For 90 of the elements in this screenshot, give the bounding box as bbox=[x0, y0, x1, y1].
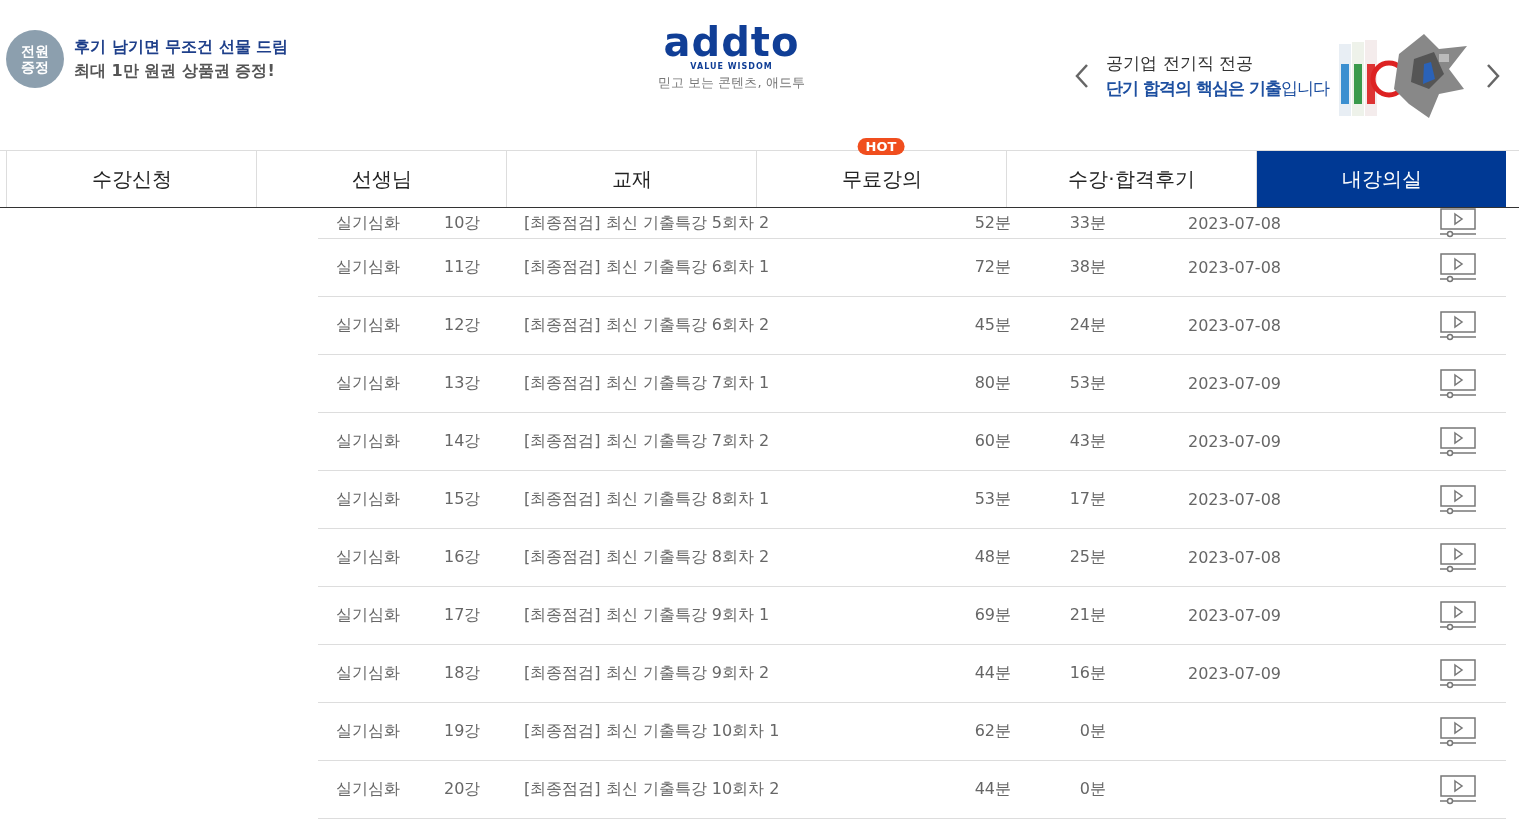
video-play-icon[interactable] bbox=[1440, 600, 1476, 631]
table-cell: 2023-07-08 bbox=[1188, 213, 1281, 233]
table-cell-text: 17강 bbox=[444, 605, 482, 626]
logo-wordmark[interactable]: addto bbox=[663, 22, 800, 62]
table-cell-text: 18강 bbox=[444, 663, 482, 684]
table-cell-text: 0분 bbox=[1078, 779, 1106, 800]
nav-tab[interactable]: 교재 bbox=[506, 151, 756, 207]
video-play-icon[interactable] bbox=[1440, 542, 1476, 573]
table-cell-text: 53분 bbox=[973, 489, 1011, 510]
table-cell-text: 53분 bbox=[1068, 373, 1106, 394]
table-cell-text: 25분 bbox=[1068, 547, 1106, 568]
table-cell-text: 실기심화 bbox=[336, 547, 401, 568]
table-cell-text: [최종점검] 최신 기출특강 9회차 1 bbox=[524, 605, 771, 626]
table-cell-text: [최종점검] 최신 기출특강 9회차 2 bbox=[524, 663, 771, 684]
table-cell-text: 43분 bbox=[1068, 431, 1106, 452]
banner-headline[interactable]: 단기 합격의 핵심은 기출입니다 bbox=[1106, 77, 1329, 100]
table-cell-text: 20강 bbox=[444, 779, 482, 800]
table-cell-text: [최종점검] 최신 기출특강 7회차 2 bbox=[524, 431, 771, 452]
nav-tab[interactable]: 선생님 bbox=[256, 151, 506, 207]
table-cell-text: 52분 bbox=[973, 212, 1011, 234]
table-cell-text: 69분 bbox=[973, 605, 1011, 626]
video-play-icon[interactable] bbox=[1440, 426, 1476, 457]
table-cell-text: [최종점검] 최신 기출특강 8회차 2 bbox=[524, 547, 771, 568]
video-play-icon[interactable] bbox=[1440, 774, 1476, 805]
table-cell-text: 실기심화 bbox=[336, 315, 401, 336]
table-cell-text: 실기심화 bbox=[336, 605, 401, 626]
table-cell: 2023-07-09 bbox=[1188, 374, 1281, 393]
table-cell-text: 19강 bbox=[444, 721, 482, 742]
table-cell-text: 60분 bbox=[973, 431, 1011, 452]
table-cell-text: 21분 bbox=[1068, 605, 1106, 626]
table-cell-text: 실기심화 bbox=[336, 489, 401, 510]
table-cell-text: 10강 bbox=[444, 212, 482, 234]
table-cell-text: 실기심화 bbox=[336, 779, 401, 800]
video-play-icon[interactable] bbox=[1440, 310, 1476, 341]
table-cell-text: 13강 bbox=[444, 373, 482, 394]
table-cell-text: [최종점검] 최신 기출특강 7회차 1 bbox=[524, 373, 771, 394]
table-cell-text: 0분 bbox=[1078, 721, 1106, 742]
table-cell: 2023-07-09 bbox=[1188, 432, 1281, 451]
table-cell-text: [최종점검] 최신 기출특강 10회차 1 bbox=[524, 721, 781, 742]
table-cell-text: 44분 bbox=[973, 663, 1011, 684]
table-cell-text: [최종점검] 최신 기출특강 10회차 2 bbox=[524, 779, 781, 800]
table-cell-text: 15강 bbox=[444, 489, 482, 510]
logo-slogan: 믿고 보는 콘텐츠, 애드투 bbox=[658, 74, 805, 92]
video-play-icon[interactable] bbox=[1440, 252, 1476, 283]
video-play-icon[interactable] bbox=[1440, 484, 1476, 515]
table-cell-text: [최종점검] 최신 기출특강 8회차 1 bbox=[524, 489, 771, 510]
nav-tab[interactable]: 무료강의 bbox=[756, 151, 1006, 207]
table-cell-text: 실기심화 bbox=[336, 663, 401, 684]
table-cell-text: 48분 bbox=[973, 547, 1011, 568]
promo-subline[interactable]: 최대 1만 원권 상품권 증정! bbox=[74, 60, 289, 82]
table-cell-text: 실기심화 bbox=[336, 212, 401, 234]
table-cell-text: 12강 bbox=[444, 315, 482, 336]
table-cell-text: 80분 bbox=[973, 373, 1011, 394]
table-cell-text: 33분 bbox=[1068, 212, 1106, 234]
table-cell-text: 실기심화 bbox=[336, 257, 401, 278]
table-cell-text: 16분 bbox=[1068, 663, 1106, 684]
table-cell: 2023-07-09 bbox=[1188, 606, 1281, 625]
table-cell-text: 14강 bbox=[444, 431, 482, 452]
table-cell-text: 72분 bbox=[973, 257, 1011, 278]
table-cell-text: 62분 bbox=[973, 721, 1011, 742]
video-play-icon[interactable] bbox=[1440, 368, 1476, 399]
table-cell: 2023-07-08 bbox=[1188, 548, 1281, 567]
table-cell-text: 24분 bbox=[1068, 315, 1106, 336]
table-cell: 2023-07-08 bbox=[1188, 490, 1281, 509]
table-cell-text: [최종점검] 최신 기출특강 6회차 2 bbox=[524, 315, 771, 336]
table-cell-text: [최종점검] 최신 기출특강 6회차 1 bbox=[524, 257, 771, 278]
table-cell: 2023-07-08 bbox=[1188, 316, 1281, 335]
table-cell-text: 44분 bbox=[973, 779, 1011, 800]
table-cell-text: 실기심화 bbox=[336, 431, 401, 452]
hot-badge: HOT bbox=[857, 138, 905, 155]
table-cell: 2023-07-08 bbox=[1188, 258, 1281, 277]
table-cell-text: 17분 bbox=[1068, 489, 1106, 510]
video-play-icon[interactable] bbox=[1440, 716, 1476, 747]
promo-headline[interactable]: 후기 남기면 무조건 선물 드림 bbox=[74, 36, 289, 58]
previous-icon[interactable] bbox=[1074, 63, 1091, 89]
logo-tagline: VALUE WISDOM bbox=[690, 62, 773, 71]
video-play-icon[interactable] bbox=[1440, 208, 1476, 238]
video-play-icon[interactable] bbox=[1440, 658, 1476, 689]
table-cell-text: 11강 bbox=[444, 257, 482, 278]
banner-line[interactable]: 공기업 전기직 전공 bbox=[1106, 52, 1329, 75]
table-cell-text: 38분 bbox=[1068, 257, 1106, 278]
table-cell-text: 실기심화 bbox=[336, 721, 401, 742]
table-cell-text: 실기심화 bbox=[336, 373, 401, 394]
next-icon[interactable] bbox=[1485, 63, 1501, 89]
table-cell-text: 45분 bbox=[973, 315, 1011, 336]
nav-tab[interactable]: 내강의실 bbox=[1256, 151, 1506, 207]
nav-tab[interactable]: 수강신청 bbox=[6, 151, 256, 207]
table-cell: 2023-07-09 bbox=[1188, 664, 1281, 683]
table-cell-text: 16강 bbox=[444, 547, 482, 568]
table-cell-text: [최종점검] 최신 기출특강 5회차 2 bbox=[524, 212, 771, 234]
